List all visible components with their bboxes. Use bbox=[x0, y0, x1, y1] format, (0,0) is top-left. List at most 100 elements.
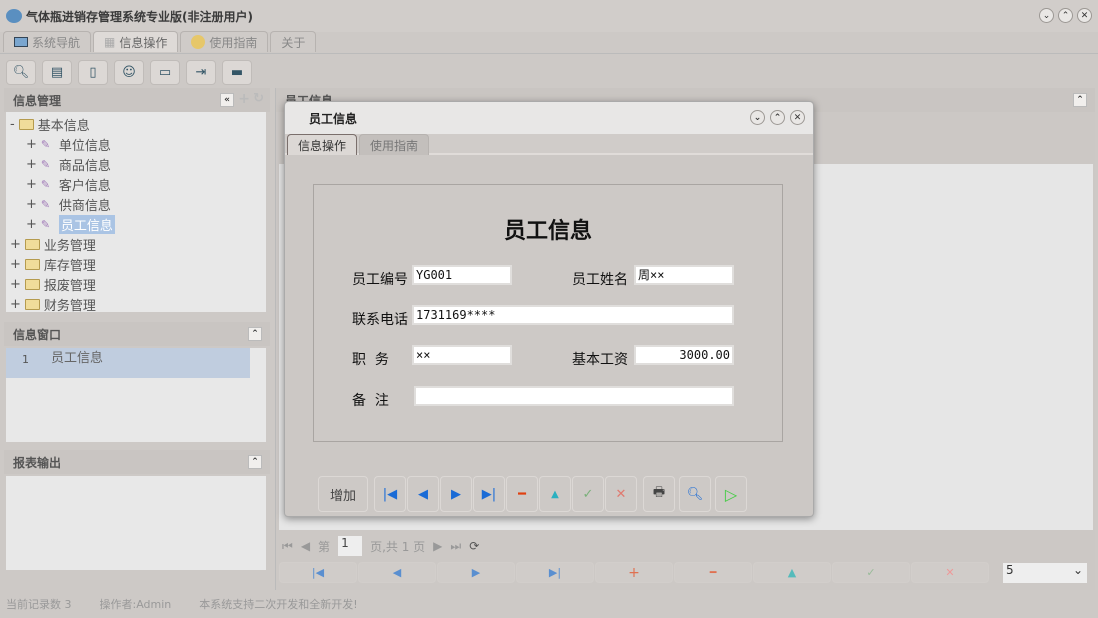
minus-icon: ━ bbox=[518, 487, 526, 502]
refresh-icon[interactable]: ↻ bbox=[253, 91, 264, 106]
printer-icon: 🖶︎ bbox=[653, 483, 665, 505]
prev-page-icon[interactable]: ◀ bbox=[301, 539, 310, 553]
folder-icon bbox=[25, 259, 40, 270]
first-button[interactable]: |◀ bbox=[374, 476, 406, 512]
dialog-maximize-button[interactable]: ⌃ bbox=[770, 110, 785, 125]
emp-name-input[interactable]: 周×× bbox=[634, 265, 734, 285]
remark-input[interactable] bbox=[414, 386, 734, 406]
last-button[interactable]: ▶| bbox=[473, 476, 505, 512]
tree-node-inventory[interactable]: +库存管理 bbox=[10, 254, 262, 274]
next-page-icon[interactable]: ▶ bbox=[433, 539, 442, 553]
print-button[interactable]: ▬ bbox=[222, 60, 252, 85]
tab-system-nav[interactable]: 系统导航 bbox=[3, 31, 91, 52]
tree-node-supplier[interactable]: +✎供商信息 bbox=[10, 194, 262, 214]
delete-button[interactable]: ━ bbox=[506, 476, 538, 512]
app-title: 气体瓶进销存管理系统专业版(非注册用户) bbox=[26, 8, 253, 25]
monitor-icon bbox=[14, 37, 28, 47]
first-record-button[interactable]: |◀ bbox=[279, 562, 357, 583]
export-icon: ⇥ bbox=[196, 65, 207, 80]
edit-record-button[interactable]: ▲ bbox=[753, 562, 831, 583]
collapse-button[interactable]: ⌃ bbox=[1073, 93, 1087, 107]
collapse-button[interactable]: ⌃ bbox=[248, 455, 262, 469]
folder-icon bbox=[25, 279, 40, 290]
status-bar: 当前记录数 3 操作者:Admin 本系统支持二次开发和全新开发! bbox=[6, 596, 358, 612]
list-button[interactable]: ▤ bbox=[42, 60, 72, 85]
tree-node-goods[interactable]: +✎商品信息 bbox=[10, 154, 262, 174]
monitor-button[interactable]: ▭ bbox=[150, 60, 180, 85]
expand-toggle[interactable]: + bbox=[10, 257, 21, 272]
position-input[interactable]: ×× bbox=[412, 345, 512, 365]
document-button[interactable]: ▯ bbox=[78, 60, 108, 85]
dialog-minimize-button[interactable]: ⌄ bbox=[750, 110, 765, 125]
close-button[interactable]: ✕ bbox=[1077, 8, 1092, 23]
folder-icon bbox=[25, 239, 40, 250]
first-icon: |◀ bbox=[383, 487, 397, 502]
tree-node-unit[interactable]: +✎单位信息 bbox=[10, 134, 262, 154]
user-button[interactable]: ☺ bbox=[114, 60, 144, 85]
run-button[interactable]: ▷ bbox=[715, 476, 747, 512]
page-input[interactable]: 1 bbox=[338, 536, 362, 556]
refresh-icon[interactable]: ⟳ bbox=[469, 539, 479, 553]
expand-toggle[interactable]: + bbox=[10, 297, 21, 312]
search-button[interactable]: 🔍︎ bbox=[6, 60, 36, 85]
first-page-icon[interactable]: ⏮ bbox=[282, 539, 293, 554]
delete-record-button[interactable]: ━ bbox=[674, 562, 752, 583]
info-management-panel: 信息管理 « + ↻ -基本信息 +✎单位信息 +✎商品信息 +✎客户信息 +✎… bbox=[4, 88, 270, 312]
report-area bbox=[6, 476, 266, 570]
save-button[interactable]: ✓ bbox=[572, 476, 604, 512]
print-button[interactable]: 🖶︎ bbox=[643, 476, 675, 512]
tab-info-ops[interactable]: ▦信息操作 bbox=[93, 31, 178, 52]
edit-button[interactable]: ▲ bbox=[539, 476, 571, 512]
dialog-close-button[interactable]: ✕ bbox=[790, 110, 805, 125]
next-button[interactable]: ▶ bbox=[440, 476, 472, 512]
collapse-left-button[interactable]: « bbox=[220, 93, 234, 107]
preview-button[interactable]: 🔍︎ bbox=[679, 476, 711, 512]
list-item[interactable]: 1 员工信息 bbox=[6, 348, 250, 378]
page-size-select[interactable]: 5⌄ bbox=[1003, 563, 1087, 583]
cancel-button[interactable]: ✕ bbox=[605, 476, 637, 512]
chevron-down-icon: ⌄ bbox=[1073, 563, 1083, 583]
next-icon: ▶ bbox=[451, 487, 461, 502]
last-record-button[interactable]: ▶| bbox=[516, 562, 594, 583]
add-button[interactable]: 增加 bbox=[318, 476, 368, 512]
tab-guide[interactable]: 使用指南 bbox=[180, 31, 268, 52]
tree-node-scrap[interactable]: +报废管理 bbox=[10, 274, 262, 294]
maximize-button[interactable]: ⌃ bbox=[1058, 8, 1073, 23]
panel-title: 报表输出 bbox=[13, 454, 61, 471]
report-output-panel: 报表输出 ⌃ bbox=[4, 450, 270, 570]
help-icon bbox=[191, 35, 205, 49]
tab-about[interactable]: 关于 bbox=[270, 31, 316, 52]
dialog-tab-info-ops[interactable]: 信息操作 bbox=[287, 134, 357, 155]
add-icon[interactable]: + bbox=[238, 91, 250, 107]
cancel-record-button[interactable]: ✕ bbox=[911, 562, 989, 583]
toolbar: 🔍︎ ▤ ▯ ☺ ▭ ⇥ ▬ bbox=[0, 53, 1098, 87]
phone-input[interactable]: 1731169**** bbox=[412, 305, 734, 325]
last-icon: ▶| bbox=[482, 487, 496, 502]
save-record-button[interactable]: ✓ bbox=[832, 562, 910, 583]
prev-button[interactable]: ◀ bbox=[407, 476, 439, 512]
employee-form: 员工信息 员工编号 YG001 员工姓名 周×× 联系电话 1731169***… bbox=[313, 184, 783, 442]
collapse-button[interactable]: ⌃ bbox=[248, 327, 262, 341]
collapse-toggle[interactable]: - bbox=[10, 117, 15, 132]
last-page-icon[interactable]: ⏭ bbox=[450, 539, 461, 554]
tools-icon: ✎ bbox=[41, 198, 55, 210]
add-record-button[interactable]: + bbox=[595, 562, 673, 583]
salary-input[interactable]: 3000.00 bbox=[634, 345, 734, 365]
panel-title: 信息窗口 bbox=[13, 326, 61, 343]
tree-node-employee[interactable]: +✎员工信息 bbox=[10, 214, 262, 234]
folder-icon bbox=[25, 299, 40, 310]
folder-icon bbox=[19, 119, 34, 130]
emp-no-input[interactable]: YG001 bbox=[412, 265, 512, 285]
tree-node-basic-info[interactable]: -基本信息 bbox=[10, 114, 262, 134]
dialog-tab-guide[interactable]: 使用指南 bbox=[359, 134, 429, 155]
prev-record-button[interactable]: ◀ bbox=[358, 562, 436, 583]
expand-toggle[interactable]: + bbox=[10, 237, 21, 252]
export-button[interactable]: ⇥ bbox=[186, 60, 216, 85]
next-record-button[interactable]: ▶ bbox=[437, 562, 515, 583]
tools-icon: ✎ bbox=[41, 138, 55, 150]
minimize-button[interactable]: ⌄ bbox=[1039, 8, 1054, 23]
tree-node-customer[interactable]: +✎客户信息 bbox=[10, 174, 262, 194]
tree-node-business[interactable]: +业务管理 bbox=[10, 234, 262, 254]
expand-toggle[interactable]: + bbox=[10, 277, 21, 292]
tree-node-finance[interactable]: +财务管理 bbox=[10, 294, 262, 314]
